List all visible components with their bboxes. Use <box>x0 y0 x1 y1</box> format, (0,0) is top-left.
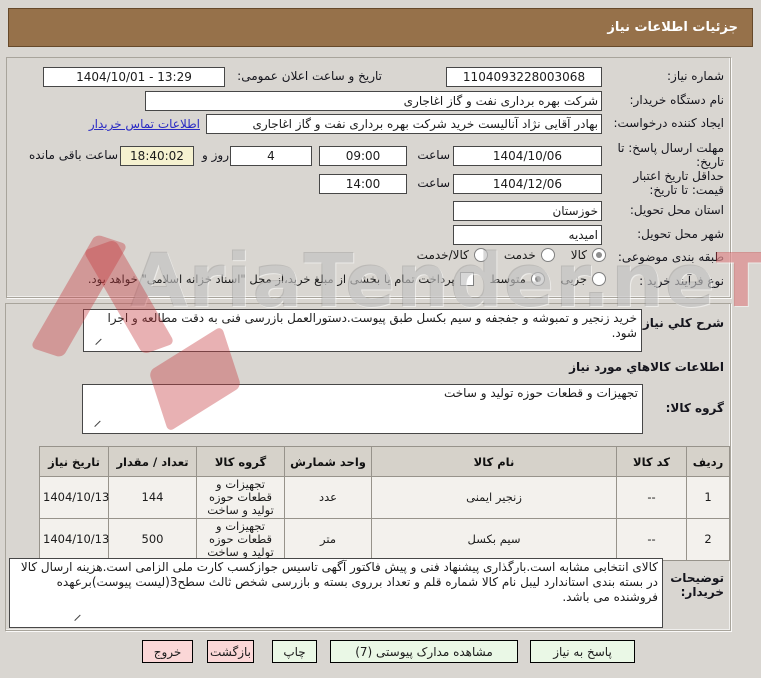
need-info-panel: شماره نیاز: 1104093228003068 تاریخ و ساع… <box>6 57 731 298</box>
validity-hour-label: ساعت <box>417 176 450 190</box>
col-header-unit: واحد شمارش <box>284 446 372 477</box>
cell-unit: متر <box>284 518 372 561</box>
response-deadline-time-field[interactable]: 09:00 <box>319 146 407 166</box>
cell-item-name: سیم بکسل <box>371 518 617 561</box>
col-header-row-no: ردیف <box>686 446 730 477</box>
cell-unit: عدد <box>284 476 372 519</box>
cell-item-name: زنجیر ایمنی <box>371 476 617 519</box>
buyer-notes-label: توضیحات خریدار: <box>670 571 724 599</box>
respond-to-need-button[interactable]: پاسخ به نیاز <box>530 640 635 663</box>
goods-group-label: گروه کالا: <box>665 401 724 415</box>
classification-label: طبقه بندی موضوعی: <box>617 250 724 264</box>
response-deadline-date-field[interactable]: 1404/10/06 <box>453 146 602 166</box>
col-header-item-name: نام کالا <box>371 446 617 477</box>
radio-label: کالا/خدمت <box>416 248 469 262</box>
buyer-org-field[interactable]: شرکت بهره برداری نفت و گاز اغاجاری <box>145 91 602 111</box>
announce-datetime-field[interactable]: 1404/10/01 - 13:29 <box>43 67 225 87</box>
goods-table-header-row: ردیف کد کالا نام کالا واحد شمارش گروه کا… <box>39 446 730 477</box>
goods-info-panel: شرح کلي نیاز: خرید زنجیر و تمبوشه و جفجف… <box>5 303 731 631</box>
goods-group-textarea[interactable]: تجهیزات و قطعات حوزه تولید و ساخت <box>82 384 643 434</box>
delivery-province-field[interactable]: خوزستان <box>453 201 602 221</box>
need-description-label: شرح کلي نیاز: <box>638 316 724 330</box>
radio-icon[interactable] <box>540 248 555 262</box>
radio-icon[interactable] <box>592 272 606 286</box>
radio-label: متوسط <box>489 272 526 286</box>
price-validity-time-field[interactable]: 14:00 <box>319 174 407 194</box>
price-validity-date-field[interactable]: 1404/12/06 <box>453 174 602 194</box>
buyer-contact-link[interactable]: اطلاعات تماس خریدار <box>89 117 200 131</box>
cell-item-code: -- <box>616 518 687 561</box>
col-header-qty: تعداد / مقدار <box>108 446 197 477</box>
radio-label: خدمت <box>503 248 536 262</box>
col-header-group: گروه کالا <box>196 446 285 477</box>
col-header-item-code: کد کالا <box>616 446 687 477</box>
radio-label: جزیی <box>560 272 587 286</box>
classification-option-service[interactable]: خدمت <box>504 248 555 262</box>
radio-icon[interactable] <box>473 248 488 262</box>
cell-row-no: 2 <box>686 518 730 561</box>
classification-radio-group: کالا خدمت کالا/خدمت <box>417 248 606 262</box>
process-type-label: نوع فرآیند خرید : <box>639 274 724 288</box>
request-creator-label: ایجاد کننده درخواست: <box>613 116 724 130</box>
price-validity-label: حداقل تاریخ اعتبار قیمت: تا تاریخ: <box>633 169 724 197</box>
cell-item-code: -- <box>616 476 687 519</box>
page-title: جزئیات اطلاعات نیاز <box>8 8 753 47</box>
cell-row-no: 1 <box>686 476 730 519</box>
cell-need-date: 1404/10/13 <box>39 518 109 561</box>
col-header-need-date: تاریخ نیاز <box>39 446 109 477</box>
delivery-city-field[interactable]: امیدیه <box>453 225 602 245</box>
buyer-org-label: نام دستگاه خریدار: <box>629 93 725 107</box>
table-row: 2 -- سیم بکسل متر تجهیزات و قطعات حوزه ت… <box>39 518 730 561</box>
treasury-payment-checkbox[interactable]: پرداخت تمام یا بخشی از مبلغ خرید،از محل … <box>88 272 474 286</box>
goods-section-header: اطلاعات کالاهاي مورد نیاز <box>569 360 724 374</box>
classification-option-goods-service[interactable]: کالا/خدمت <box>417 248 488 262</box>
process-type-option-partial[interactable]: جزیی <box>561 272 606 286</box>
radio-icon[interactable] <box>530 272 545 286</box>
delivery-city-label: شهر محل تحویل: <box>637 227 724 241</box>
checkbox-label: پرداخت تمام یا بخشی از مبلغ خرید،از محل … <box>87 272 455 286</box>
time-remaining-field[interactable]: 18:40:02 <box>120 146 194 166</box>
process-type-radio-group: جزیی متوسط پرداخت تمام یا بخشی از مبلغ خ… <box>88 272 606 286</box>
need-number-label: شماره نیاز: <box>667 69 724 83</box>
exit-button[interactable]: خروج <box>142 640 193 663</box>
cell-need-date: 1404/10/13 <box>39 476 109 519</box>
need-description-textarea[interactable]: خرید زنجیر و تمبوشه و جفجفه و سیم بکسل ط… <box>83 309 642 352</box>
days-remaining-field[interactable]: 4 <box>230 146 312 166</box>
radio-label: کالا <box>570 248 587 262</box>
buyer-notes-textarea[interactable]: کالای انتخابی مشابه است.بارگذاری پیشنهاد… <box>9 558 663 628</box>
cell-qty: 500 <box>108 518 197 561</box>
deadline-hour-label: ساعت <box>417 148 450 162</box>
cell-group: تجهیزات و قطعات حوزه تولید و ساخت <box>196 518 285 561</box>
process-type-option-medium[interactable]: متوسط <box>490 272 545 286</box>
checkbox-icon[interactable] <box>459 272 474 286</box>
response-deadline-label: مهلت ارسال پاسخ: تا تاریخ: <box>617 141 724 169</box>
days-remaining-label: روز و <box>202 148 229 162</box>
delivery-province-label: استان محل تحویل: <box>629 203 724 217</box>
cell-qty: 144 <box>108 476 197 519</box>
back-button[interactable]: بازگشت <box>207 640 254 663</box>
view-attached-docs-button[interactable]: مشاهده مدارک پیوستی (7) <box>330 640 518 663</box>
need-details-window: جزئیات اطلاعات نیاز شماره نیاز: 11040932… <box>0 0 761 678</box>
table-row: 1 -- زنجیر ایمنی عدد تجهیزات و قطعات حوز… <box>39 476 730 519</box>
print-button[interactable]: چاپ <box>272 640 317 663</box>
need-number-field[interactable]: 1104093228003068 <box>446 67 602 87</box>
announce-datetime-label: تاریخ و ساعت اعلان عمومی: <box>237 69 382 83</box>
radio-icon[interactable] <box>592 248 606 262</box>
goods-table: ردیف کد کالا نام کالا واحد شمارش گروه کا… <box>39 446 730 561</box>
request-creator-field[interactable]: بهادر آقایی نژاد آنالیست خرید شرکت بهره … <box>206 114 602 134</box>
time-remaining-label: ساعت باقی مانده <box>28 148 118 162</box>
cell-group: تجهیزات و قطعات حوزه تولید و ساخت <box>196 476 285 519</box>
classification-option-goods[interactable]: کالا <box>571 248 606 262</box>
